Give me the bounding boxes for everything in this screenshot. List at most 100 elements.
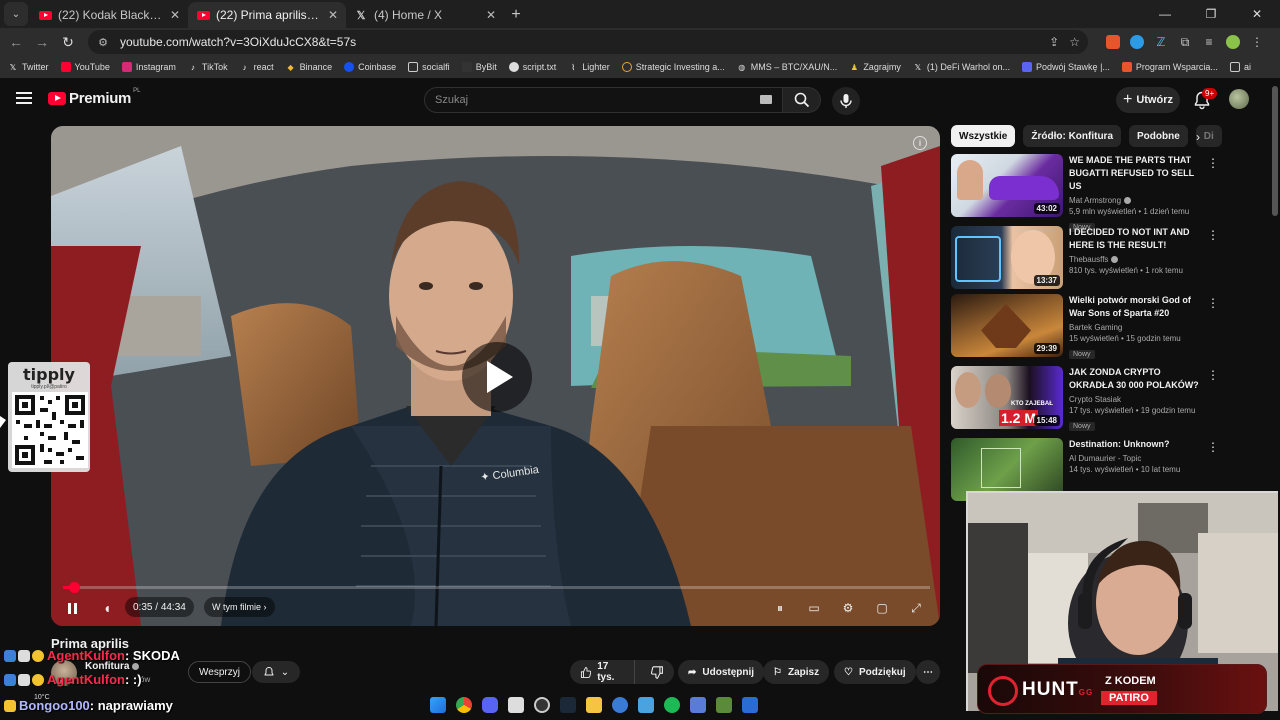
extension-fox-icon[interactable] <box>1106 35 1120 49</box>
menu-dots-icon[interactable]: ⋮ <box>1250 35 1264 49</box>
restore-button[interactable]: ❐ <box>1188 0 1234 28</box>
chip-all[interactable]: Wszystkie <box>951 125 1016 147</box>
ccleaner-icon[interactable] <box>612 697 628 713</box>
bookmark-react[interactable]: ♪ react <box>240 62 274 72</box>
bookmark-binance[interactable]: ◆ Binance <box>286 62 333 72</box>
recommended-video[interactable]: 13:37 I DECIDED TO NOT INT AND HERE IS T… <box>951 226 1219 290</box>
info-icon[interactable]: i <box>913 136 927 150</box>
chevron-right-icon[interactable]: › <box>1196 130 1200 144</box>
app-icon[interactable] <box>508 697 524 713</box>
bookmark-instagram[interactable]: Instagram <box>121 62 176 72</box>
bookmark-podwoj[interactable]: Podwój Stawkę |... <box>1022 62 1110 72</box>
tab-kodak-black[interactable]: (22) Kodak Black - Transportin' ✕ <box>30 2 188 28</box>
bookmark-program[interactable]: Program Wsparcia... <box>1121 62 1218 72</box>
close-icon[interactable]: ✕ <box>170 8 180 22</box>
recommended-video[interactable]: KTO ZAJEBAŁ 1.2 M 15:48 JAK ZONDA CRYPTO… <box>951 366 1219 431</box>
close-icon[interactable]: ✕ <box>486 8 496 22</box>
hamburger-menu-icon[interactable] <box>16 92 32 104</box>
video-thumbnail[interactable]: 29:39 <box>951 294 1063 357</box>
bookmark-star-icon[interactable]: ☆ <box>1069 35 1080 49</box>
app-icon[interactable] <box>742 697 758 713</box>
install-icon[interactable]: ⇪ <box>1049 35 1059 49</box>
extension-blue-icon[interactable] <box>1130 35 1144 49</box>
extension-translate-icon[interactable]: ℤ <box>1154 35 1168 49</box>
bookmark-zagrajmy[interactable]: ♟ Zagrajmy <box>849 62 901 72</box>
bookmark-strategic[interactable]: Strategic Investing a... <box>621 62 725 72</box>
chip-source[interactable]: Źródło: Konfitura <box>1023 125 1122 147</box>
subtitles-icon[interactable]: ▭ <box>804 598 824 618</box>
bookmark-lighter[interactable]: ⌇ Lighter <box>568 62 609 72</box>
app-icon[interactable] <box>716 697 732 713</box>
page-scrollbar[interactable] <box>1272 86 1278 216</box>
more-options-icon[interactable]: ⋮ <box>1207 296 1219 310</box>
close-icon[interactable]: ✕ <box>328 8 338 22</box>
bookmark-folder-socialfi[interactable]: socialfi <box>408 62 450 72</box>
more-actions-button[interactable]: ⋯ <box>916 660 940 684</box>
bookmark-tiktok[interactable]: ♪ TikTok <box>188 62 228 72</box>
volume-icon[interactable]: ◖ <box>97 598 117 618</box>
more-options-icon[interactable]: ⋮ <box>1207 368 1219 382</box>
back-arrow-icon[interactable]: ← <box>4 30 28 54</box>
video-thumbnail[interactable]: 43:02 <box>951 154 1063 217</box>
minimize-button[interactable]: — <box>1142 0 1188 28</box>
create-button[interactable]: + Utwórz <box>1116 87 1180 113</box>
support-button[interactable]: Wesprzyj <box>188 661 251 683</box>
tab-x-home[interactable]: 𝕏 (4) Home / X ✕ <box>346 2 504 28</box>
close-window-button[interactable]: ✕ <box>1234 0 1280 28</box>
search-button[interactable] <box>783 87 821 113</box>
address-bar[interactable]: ⚙ youtube.com/watch?v=3OiXduJcCX8&t=57s … <box>88 30 1088 54</box>
forward-arrow-icon[interactable]: → <box>30 30 54 54</box>
steam-icon[interactable] <box>560 697 576 713</box>
save-button[interactable]: ⚐ Zapisz <box>763 660 830 684</box>
spotify-icon[interactable] <box>664 697 680 713</box>
progress-bar[interactable] <box>63 586 930 589</box>
app-icon[interactable] <box>690 697 706 713</box>
tab-search-button[interactable]: ⌄ <box>4 2 28 26</box>
extensions-puzzle-icon[interactable]: ⧉ <box>1178 35 1192 49</box>
bookmark-twitter[interactable]: 𝕏 Twitter <box>8 62 49 72</box>
share-button[interactable]: ➦ Udostępnij <box>678 660 765 684</box>
reading-list-icon[interactable]: ≡ <box>1202 35 1216 49</box>
fullscreen-icon[interactable]: ⤢ <box>906 598 926 618</box>
discord-icon[interactable] <box>482 697 498 713</box>
bookmark-script[interactable]: script.txt <box>508 62 556 72</box>
file-explorer-icon[interactable] <box>586 697 602 713</box>
autoplay-toggle-icon[interactable]: ⏸ <box>770 598 790 618</box>
bookmark-youtube[interactable]: YouTube <box>60 62 110 72</box>
more-options-icon[interactable]: ⋮ <box>1207 228 1219 242</box>
new-tab-button[interactable]: + <box>504 3 528 27</box>
windows-start-icon[interactable] <box>430 697 446 713</box>
thanks-button[interactable]: ♡ Podziękuj <box>834 660 916 684</box>
subscribed-button[interactable]: ⌄ <box>252 661 300 683</box>
theater-mode-icon[interactable]: ▢ <box>872 598 892 618</box>
bookmark-bybit[interactable]: ByBit <box>461 62 497 72</box>
account-avatar[interactable] <box>1229 89 1249 109</box>
play-button[interactable] <box>462 342 532 412</box>
bookmark-defi[interactable]: 𝕏 (1) DeFi Warhol on... <box>913 62 1010 72</box>
reload-icon[interactable]: ↻ <box>56 30 80 54</box>
more-options-icon[interactable]: ⋮ <box>1207 156 1219 170</box>
bookmark-mms[interactable]: ◍ MMS – BTC/XAU/N... <box>737 62 837 72</box>
chip-related[interactable]: Podobne <box>1129 125 1188 147</box>
chrome-icon[interactable] <box>456 697 472 713</box>
search-input[interactable]: Szukaj <box>424 87 783 113</box>
video-thumbnail[interactable]: 13:37 <box>951 226 1063 289</box>
dislike-button[interactable] <box>641 660 674 684</box>
recommended-video[interactable]: 43:02 WE MADE THE PARTS THAT BUGATTI REF… <box>951 154 1219 232</box>
tab-prima-aprilis[interactable]: (22) Prima aprilis - YouTube ✕ <box>188 2 346 28</box>
bookmark-folder-ai[interactable]: ai <box>1229 62 1251 72</box>
pause-button[interactable] <box>64 600 80 616</box>
obs-icon[interactable] <box>534 697 550 713</box>
like-button[interactable]: 17 tys. <box>570 660 635 684</box>
site-info-icon[interactable]: ⚙ <box>96 35 110 49</box>
keyboard-icon[interactable] <box>760 95 772 104</box>
youtube-premium-logo[interactable]: Premium PL <box>48 88 140 107</box>
scrubber-handle[interactable] <box>69 582 80 593</box>
recommended-video[interactable]: 29:39 Wielki potwór morski God of War So… <box>951 294 1219 359</box>
more-options-icon[interactable]: ⋮ <box>1207 440 1219 454</box>
voice-search-button[interactable] <box>832 87 860 115</box>
chapters-button[interactable]: W tym filmie › <box>204 597 275 617</box>
video-thumbnail[interactable]: KTO ZAJEBAŁ 1.2 M 15:48 <box>951 366 1063 429</box>
profile-icon[interactable] <box>1226 35 1240 49</box>
network-icon[interactable] <box>638 697 654 713</box>
